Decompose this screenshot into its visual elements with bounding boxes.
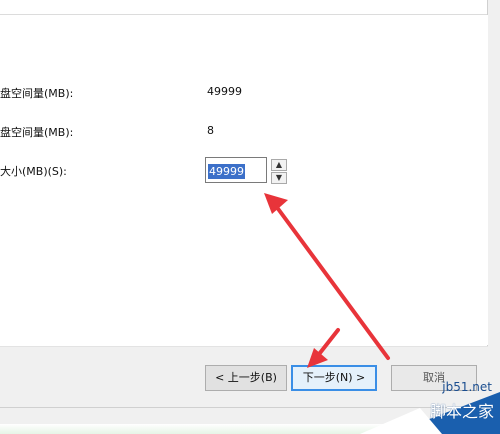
watermark: jb51.net 脚本之家 xyxy=(360,374,500,434)
arrow-to-next-head xyxy=(307,348,328,368)
watermark-site: jb51.net xyxy=(442,380,492,394)
arrow-to-input-head xyxy=(264,193,288,214)
shrink-volume-dialog: 盘空间量(MB): 49999 盘空间量(MB): 8 大小(MB)(S): 4… xyxy=(0,0,500,434)
annotation-arrows xyxy=(264,193,390,368)
watermark-name: 脚本之家 xyxy=(429,402,494,421)
